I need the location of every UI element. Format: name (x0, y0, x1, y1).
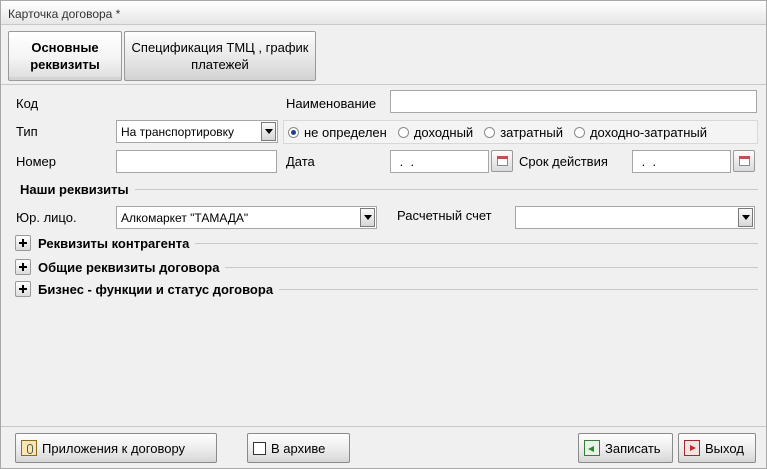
type-label: Тип (16, 124, 38, 139)
divider (225, 266, 758, 268)
section-title: Бизнес - функции и статус договора (38, 281, 274, 297)
plus-icon[interactable] (15, 259, 31, 275)
name-input[interactable] (390, 90, 757, 113)
type-select-value: На транспортировку (121, 125, 235, 139)
section-title: Наши реквизиты (20, 182, 129, 197)
calendar-icon[interactable] (491, 150, 513, 172)
number-input[interactable] (116, 150, 277, 173)
divider (195, 242, 758, 244)
number-label: Номер (16, 154, 57, 169)
calendar-icon[interactable] (733, 150, 755, 172)
validity-label: Срок действия (519, 154, 608, 169)
attachment-icon (21, 440, 37, 456)
tab-specification[interactable]: Спецификация ТМЦ , график платежей (124, 31, 316, 81)
validity-input[interactable]: . . (632, 150, 731, 173)
divider (134, 189, 758, 190)
account-select[interactable] (515, 206, 755, 229)
divider (279, 288, 758, 290)
radio-button-icon (397, 126, 409, 138)
section-title: Общие реквизиты договора (38, 259, 220, 275)
window-title: Карточка договора * (1, 1, 766, 25)
button-label: Выход (705, 440, 744, 456)
legal-entity-select[interactable]: Алкомаркет "ТАМАДА" (116, 206, 377, 229)
radio-label: не определен (304, 124, 387, 140)
date-input[interactable]: . . (390, 150, 489, 173)
radio-undefined[interactable]: не определен (288, 125, 387, 140)
attachments-button[interactable]: Приложения к договору (15, 433, 217, 463)
contract-card-window: Карточка договора * Основные реквизиты С… (0, 0, 767, 469)
radio-expense[interactable]: затратный (484, 125, 563, 140)
legal-entity-value: Алкомаркет "ТАМАДА" (121, 211, 249, 225)
radio-label: доходный (413, 124, 474, 140)
chevron-down-icon[interactable] (261, 122, 276, 141)
type-radio-group: не определен доходный затратный доходно-… (283, 120, 758, 144)
checkbox-label: В архиве (271, 440, 326, 456)
business-functions-section[interactable]: Бизнес - функции и статус договора (15, 281, 758, 297)
counterparty-section[interactable]: Реквизиты контрагента (15, 235, 758, 251)
our-details-section: Наши реквизиты (20, 182, 758, 197)
checkbox-icon[interactable] (253, 441, 266, 455)
radio-button-icon (484, 126, 496, 138)
plus-icon[interactable] (15, 235, 31, 251)
general-details-section[interactable]: Общие реквизиты договора (15, 259, 758, 275)
save-icon (584, 440, 600, 456)
section-title: Реквизиты контрагента (38, 235, 190, 251)
type-select[interactable]: На транспортировку (116, 120, 278, 143)
exit-icon (684, 440, 700, 456)
archive-checkbox[interactable]: В архиве (247, 433, 350, 463)
radio-label: доходно-затратный (589, 124, 708, 140)
chevron-down-icon[interactable] (360, 208, 375, 227)
legal-entity-label: Юр. лицо. (16, 210, 77, 225)
button-label: Приложения к договору (42, 440, 186, 456)
account-label: Расчетный счет (397, 208, 492, 223)
chevron-down-icon[interactable] (738, 208, 753, 227)
radio-button-icon (288, 126, 299, 138)
tab-bar: Основные реквизиты Спецификация ТМЦ , гр… (8, 31, 318, 81)
plus-icon[interactable] (15, 281, 31, 297)
radio-income-expense[interactable]: доходно-затратный (573, 124, 708, 140)
divider (1, 426, 766, 427)
radio-label: затратный (500, 124, 563, 140)
save-button[interactable]: Записать (578, 433, 673, 463)
radio-income[interactable]: доходный (397, 124, 474, 140)
name-label: Наименование (286, 96, 377, 111)
radio-button-icon (573, 126, 585, 138)
button-label: Записать (605, 440, 661, 456)
divider (1, 84, 766, 85)
code-label: Код (16, 96, 39, 111)
tab-main-details[interactable]: Основные реквизиты (8, 31, 122, 81)
exit-button[interactable]: Выход (678, 433, 756, 463)
date-label: Дата (286, 154, 315, 169)
